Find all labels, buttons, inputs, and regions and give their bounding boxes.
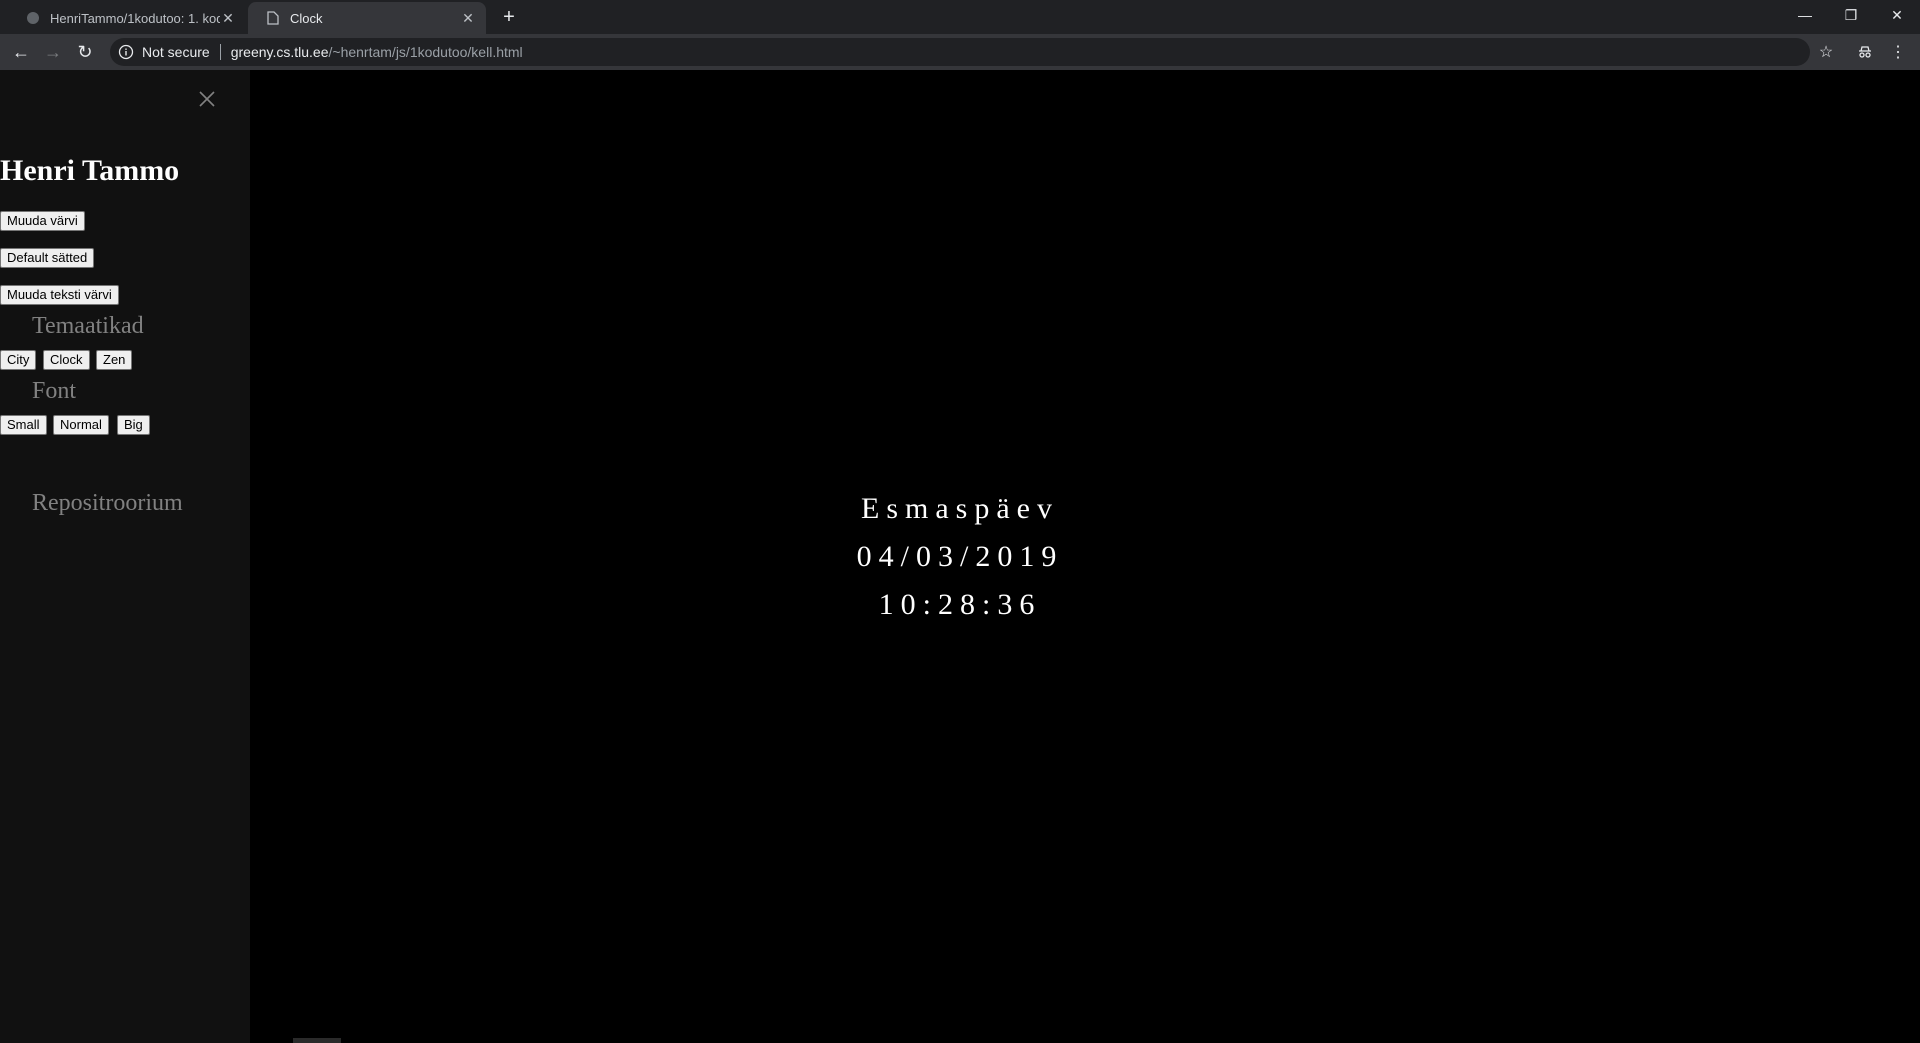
- reload-icon[interactable]: ↻: [73, 40, 97, 64]
- clock-display: Esmaspäev 04/03/2019 10:28:36: [250, 70, 1670, 1043]
- github-icon: [26, 11, 40, 25]
- divider: [219, 44, 221, 60]
- restore-icon[interactable]: ❐: [1828, 0, 1874, 30]
- new-tab-button[interactable]: +: [498, 6, 520, 28]
- address-bar[interactable]: Not secure greeny.cs.tlu.ee/~henrtam/js/…: [110, 38, 1810, 66]
- back-arrow-icon[interactable]: ←: [9, 40, 33, 64]
- repository-link[interactable]: Repositroorium: [32, 490, 183, 517]
- info-icon[interactable]: [118, 44, 134, 60]
- clock-time: 10:28:36: [878, 587, 1042, 621]
- default-settings-button[interactable]: Default sätted: [0, 248, 95, 268]
- url-host: greeny.cs.tlu.ee: [230, 44, 329, 60]
- close-icon[interactable]: [196, 88, 218, 110]
- browser-tab-strip: HenriTammo/1kodutoo: 1. kodut ✕ Clock ✕ …: [0, 0, 1920, 34]
- close-icon[interactable]: ✕: [220, 10, 236, 26]
- minimize-icon[interactable]: —: [1782, 0, 1828, 30]
- menu-icon[interactable]: ⋮: [1886, 40, 1910, 64]
- themes-heading[interactable]: Temaatikad: [32, 313, 144, 340]
- clock-day: Esmaspäev: [861, 491, 1059, 525]
- change-color-button[interactable]: Muuda värvi: [0, 211, 85, 231]
- tab-title: HenriTammo/1kodutoo: 1. kodut: [50, 10, 220, 26]
- security-label: Not secure: [142, 44, 210, 60]
- theme-zen-button[interactable]: Zen: [96, 350, 133, 370]
- theme-clock-button[interactable]: Clock: [43, 350, 90, 370]
- font-small-button[interactable]: Small: [0, 415, 47, 435]
- font-big-button[interactable]: Big: [117, 415, 150, 435]
- browser-toolbar: ← → ↻ Not secure greeny.cs.tlu.ee/~henrt…: [0, 34, 1920, 70]
- font-normal-button[interactable]: Normal: [53, 415, 109, 435]
- author-name: Henri Tammo: [0, 154, 180, 187]
- page-content: Henri Tammo Muuda värvi Default sätted M…: [0, 70, 1920, 1043]
- horizontal-scrollbar[interactable]: [293, 1038, 341, 1043]
- font-heading[interactable]: Font: [32, 378, 76, 405]
- url-path: /~henrtam/js/1kodutoo/kell.html: [328, 44, 523, 60]
- forward-arrow-icon[interactable]: →: [41, 40, 65, 64]
- tab-clock[interactable]: Clock ✕: [248, 2, 486, 34]
- page-icon: [266, 11, 280, 25]
- close-icon[interactable]: ✕: [460, 10, 476, 26]
- incognito-icon[interactable]: [1853, 40, 1877, 64]
- window-close-icon[interactable]: ✕: [1874, 0, 1920, 30]
- clock-date: 04/03/2019: [856, 539, 1064, 573]
- tab-github[interactable]: HenriTammo/1kodutoo: 1. kodut ✕: [8, 2, 246, 34]
- bookmark-star-icon[interactable]: ☆: [1814, 40, 1838, 64]
- theme-city-button[interactable]: City: [0, 350, 37, 370]
- sidebar: Henri Tammo Muuda värvi Default sätted M…: [0, 70, 250, 1043]
- tab-title: Clock: [290, 10, 323, 26]
- change-text-color-button[interactable]: Muuda teksti värvi: [0, 285, 119, 305]
